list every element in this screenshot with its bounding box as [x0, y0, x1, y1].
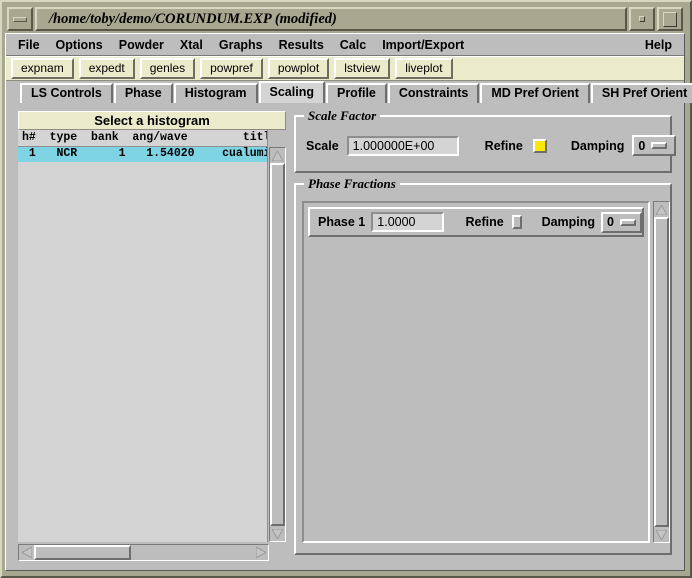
phase-1-damping-value: 0 — [607, 215, 614, 229]
scale-factor-group: Scale Factor Scale 1.000000E+00 Refine D… — [294, 108, 677, 173]
histogram-list-body: h# type bank ang/wave title 1 NCR 1 1.54… — [18, 130, 286, 561]
scale-factor-group-label: Scale Factor — [304, 108, 381, 124]
scroll-down-arrow-glyph — [272, 528, 283, 539]
table-row[interactable]: 1 NCR 1 1.54020 cualumina 15' Cu3 — [18, 147, 267, 162]
toolbar-button-expnam[interactable]: expnam — [11, 58, 74, 79]
menu-item-results[interactable]: Results — [271, 36, 332, 54]
toolbar-button-powplot[interactable]: powplot — [267, 58, 330, 79]
scroll-left-arrow-icon[interactable] — [19, 545, 34, 560]
scroll-up-arrow-icon[interactable] — [270, 148, 285, 163]
histogram-list-header: h# type bank ang/wave title — [18, 130, 268, 147]
menu-item-file[interactable]: File — [10, 36, 48, 54]
toolbar-button-genles[interactable]: genles — [139, 58, 196, 79]
phase-fractions-group-label: Phase Fractions — [304, 176, 400, 192]
phase-fractions-vscrollbar[interactable] — [653, 201, 670, 543]
scale-refine-checkbox[interactable] — [532, 138, 547, 153]
tab-histogram[interactable]: Histogram — [173, 83, 258, 103]
phase-fractions-list: Phase 1 1.0000 Refine Damping 0 — [302, 201, 650, 543]
phase-1-refine-checkbox[interactable] — [511, 215, 522, 229]
tab-md-pref-orient[interactable]: MD Pref Orient — [480, 83, 590, 103]
minimize-icon — [639, 16, 645, 22]
scaling-settings-panel: Scale Factor Scale 1.000000E+00 Refine D… — [294, 108, 677, 559]
histogram-list-rows[interactable]: 1 NCR 1 1.54020 cualumina 15' Cu3 — [18, 147, 268, 542]
menu-item-powder[interactable]: Powder — [111, 36, 172, 54]
phase-fractions-vscroll-thumb[interactable] — [654, 217, 669, 527]
phase-1-label: Phase 1 — [318, 215, 366, 229]
scroll-up-arrow-glyph — [272, 150, 283, 161]
phase-1-damping-label: Damping — [541, 215, 596, 229]
menu-item-help[interactable]: Help — [637, 36, 680, 54]
maximize-button[interactable] — [657, 7, 683, 31]
tab-phase[interactable]: Phase — [113, 83, 173, 103]
histogram-list-vscrollbar[interactable] — [269, 147, 286, 542]
phase-1-value-input[interactable]: 1.0000 — [371, 212, 444, 232]
scroll-down-arrow-glyph — [656, 529, 667, 540]
histogram-list-title: Select a histogram — [18, 111, 286, 130]
scroll-up-arrow-icon[interactable] — [654, 202, 669, 217]
window-menu-icon — [13, 16, 27, 22]
tab-sh-pref-orient[interactable]: SH Pref Orient — [590, 83, 692, 103]
toolbar-button-liveplot[interactable]: liveplot — [395, 58, 453, 79]
title-bar: /home/toby/demo/CORUNDUM.EXP (modified) — [5, 5, 685, 33]
minimize-button[interactable] — [629, 7, 655, 31]
tab-scaling[interactable]: Scaling — [258, 81, 325, 103]
scroll-right-arrow-glyph — [255, 547, 266, 558]
histogram-selector-panel: Select a histogram h# type bank ang/wave… — [18, 111, 286, 561]
content-area: Select a histogram h# type bank ang/wave… — [6, 103, 684, 570]
menu-item-xtal[interactable]: Xtal — [172, 36, 211, 54]
toolbar-button-powpref[interactable]: powpref — [200, 58, 263, 79]
phase-fractions-group: Phase Fractions Phase 1 1.0000 Refine Da… — [294, 176, 672, 555]
tab-profile[interactable]: Profile — [325, 83, 387, 103]
histogram-list-vscroll-thumb[interactable] — [270, 163, 285, 526]
scroll-up-arrow-glyph — [656, 204, 667, 215]
histogram-list-hscrollbar[interactable] — [18, 544, 269, 561]
scale-label: Scale — [306, 138, 339, 153]
menu-item-calc[interactable]: Calc — [332, 36, 374, 54]
tab-constraints[interactable]: Constraints — [387, 83, 480, 103]
maximize-icon — [663, 11, 677, 27]
scroll-right-arrow-icon[interactable] — [253, 545, 268, 560]
option-menu-indicator-icon — [651, 142, 668, 149]
window-frame-inner: /home/toby/demo/CORUNDUM.EXP (modified) … — [5, 5, 692, 571]
scale-damping-option-menu[interactable]: 0 — [632, 135, 677, 156]
toolbar: expnam expedt genles powpref powplot lst… — [6, 56, 684, 81]
phase-1-damping-option-menu[interactable]: 0 — [601, 211, 642, 233]
scroll-left-arrow-glyph — [21, 547, 32, 558]
window-menu-button[interactable] — [7, 7, 33, 31]
menu-item-graphs[interactable]: Graphs — [211, 36, 271, 54]
scroll-down-arrow-icon[interactable] — [270, 526, 285, 541]
scale-damping-value: 0 — [638, 138, 646, 153]
scale-refine-label: Refine — [484, 138, 523, 153]
scale-input[interactable]: 1.000000E+00 — [346, 135, 459, 156]
phase-1-refine-label: Refine — [465, 215, 504, 229]
menu-item-import-export[interactable]: Import/Export — [374, 36, 472, 54]
scale-factor-row: Scale 1.000000E+00 Refine Damping 0 — [306, 135, 677, 156]
application-window: /home/toby/demo/CORUNDUM.EXP (modified) … — [0, 0, 692, 578]
scale-damping-label: Damping — [570, 138, 625, 153]
histogram-list-hscroll-thumb[interactable] — [34, 545, 131, 560]
phase-fraction-row: Phase 1 1.0000 Refine Damping 0 — [308, 207, 644, 237]
option-menu-indicator-icon — [620, 218, 636, 226]
client-area: File Options Powder Xtal Graphs Results … — [5, 33, 692, 571]
menu-bar: File Options Powder Xtal Graphs Results … — [6, 34, 684, 56]
tab-ls-controls[interactable]: LS Controls — [20, 83, 113, 103]
tab-bar: LS Controls Phase Histogram Scaling Prof… — [6, 81, 692, 103]
scroll-down-arrow-icon[interactable] — [654, 527, 669, 542]
toolbar-button-lstview[interactable]: lstview — [334, 58, 391, 79]
window-title-area: /home/toby/demo/CORUNDUM.EXP (modified) — [35, 7, 627, 31]
menu-item-options[interactable]: Options — [48, 36, 111, 54]
toolbar-button-expedt[interactable]: expedt — [78, 58, 135, 79]
window-title: /home/toby/demo/CORUNDUM.EXP (modified) — [49, 10, 337, 27]
